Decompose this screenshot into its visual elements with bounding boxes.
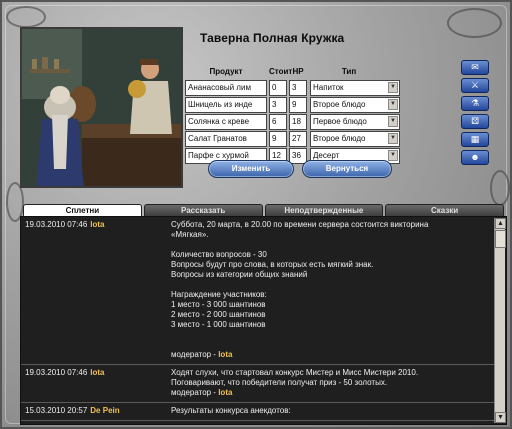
frame-ornament [490, 170, 510, 206]
header-hp: HP [292, 67, 304, 76]
moderator-prefix: модератор - [171, 350, 219, 359]
message-date: 19.03.2010 07:46 [25, 368, 88, 377]
message-line: Вопросы будут про слова, в которых есть … [171, 260, 374, 269]
product-row: Шницель из инде 3 9 Второе блюдо ▼ [185, 97, 413, 113]
moderator-name[interactable]: lota [218, 388, 232, 397]
back-button[interactable]: Вернуться [302, 160, 392, 178]
change-button[interactable]: Изменить [208, 160, 294, 178]
tab-tell[interactable]: Рассказать [143, 204, 263, 216]
product-type-select[interactable]: Напиток ▼ [310, 80, 400, 96]
product-type-select[interactable]: Первое блюдо ▼ [310, 114, 400, 130]
people-icon[interactable]: ☻ [461, 150, 489, 165]
header-type: Тип [341, 67, 357, 76]
message-line [171, 340, 491, 350]
chevron-down-icon[interactable]: ▼ [388, 99, 398, 110]
message-line: Количество вопросов - 30 [171, 250, 267, 259]
moderator-prefix: модератор - [171, 388, 219, 397]
message-line: Награждение участников: [171, 290, 267, 299]
message-line: 1 место - 3 000 шантинов [171, 300, 266, 309]
chevron-down-icon[interactable]: ▼ [388, 116, 398, 127]
product-type-select[interactable]: Второе блюдо ▼ [310, 97, 400, 113]
tavern-title: Таверна Полная Кружка [200, 31, 345, 45]
product-hp-field[interactable]: 9 [289, 97, 307, 113]
header-product: Продукт [209, 67, 243, 76]
message-date: 19.03.2010 07:46 [25, 220, 88, 229]
message-line: Поговаривают, что победители получат при… [171, 378, 388, 387]
message-body: Результаты конкурса анекдотов: [171, 403, 495, 420]
scrollbar-thumb[interactable] [495, 230, 506, 248]
flask-icon[interactable]: ⚗ [461, 96, 489, 111]
chat-scrollbar[interactable]: ▲ ▼ [494, 218, 506, 423]
product-name-field[interactable]: Салат Гранатов [185, 131, 267, 147]
message-author[interactable]: lota [90, 220, 104, 229]
message-line [171, 280, 491, 290]
tab-bar: Сплетни Рассказать Неподтвержденные Сказ… [23, 204, 504, 216]
tavern-scene-image [20, 27, 183, 188]
message-line: Результаты конкурса анекдотов: [171, 406, 291, 415]
chevron-down-icon[interactable]: ▼ [388, 133, 398, 144]
chevron-down-icon[interactable]: ▼ [388, 150, 398, 161]
product-row: Солянка с креве 6 18 Первое блюдо ▼ [185, 114, 413, 130]
product-type-value: Второе блюдо [313, 100, 366, 109]
product-hp-field[interactable]: 27 [289, 131, 307, 147]
product-cost-field[interactable]: 6 [269, 114, 287, 130]
dice-icon[interactable]: ⚄ [461, 114, 489, 129]
message-meta: 19.03.2010 07:46 lota [21, 217, 171, 364]
header-cost: Стоит [269, 67, 293, 76]
product-type-value: Первое блюдо [313, 117, 367, 126]
product-hp-field[interactable]: 18 [289, 114, 307, 130]
moderator-name[interactable]: lota [218, 350, 232, 359]
message-line: «Мягкая». [171, 230, 209, 239]
product-table: Продукт Стоит HP Тип Ананасовый лим 0 3 … [185, 67, 413, 165]
tab-unconfirmed[interactable]: Неподтвержденные [264, 204, 384, 216]
message-line [171, 330, 491, 340]
message-line: 2 место - 2 000 шантинов [171, 310, 266, 319]
message-meta: 19.03.2010 07:46 lota [21, 365, 171, 402]
product-type-value: Второе блюдо [313, 134, 366, 143]
moderator-line: модератор - lota [171, 388, 491, 398]
scroll-down-icon[interactable]: ▼ [495, 412, 506, 423]
product-row: Салат Гранатов 9 27 Второе блюдо ▼ [185, 131, 413, 147]
product-row: Ананасовый лим 0 3 Напиток ▼ [185, 80, 413, 96]
frame-ornament [447, 8, 502, 38]
message-line [171, 240, 491, 250]
frame-ornament [6, 6, 46, 28]
product-type-value: Десерт [313, 151, 340, 160]
moderator-line: модератор - lota [171, 350, 491, 360]
message-author[interactable]: De Pein [90, 406, 119, 415]
message-line: Ходят слухи, что стартовал конкурс Мисте… [171, 368, 419, 377]
product-name-field[interactable]: Ананасовый лим [185, 80, 267, 96]
gossip-list: 19.03.2010 07:46 lota Суббота, 20 марта, … [20, 216, 507, 425]
message-body: Суббота, 20 марта, в 20.00 по времени се… [171, 217, 495, 364]
message-date: 15.03.2010 20:57 [25, 406, 88, 415]
message-line: 3 место - 1 000 шантинов [171, 320, 266, 329]
product-table-header: Продукт Стоит HP Тип [185, 67, 413, 80]
message-line: Суббота, 20 марта, в 20.00 по времени се… [171, 220, 429, 229]
message-author[interactable]: lota [90, 368, 104, 377]
message-body: Ходят слухи, что стартовал конкурс Мисте… [171, 365, 495, 402]
product-cost-field[interactable]: 9 [269, 131, 287, 147]
list-item: 19.03.2010 07:46 lota Суббота, 20 марта, … [21, 217, 495, 365]
swords-icon[interactable]: ⚔ [461, 78, 489, 93]
grid-icon[interactable]: ▦ [461, 132, 489, 147]
chevron-down-icon[interactable]: ▼ [388, 82, 398, 93]
tab-gossip[interactable]: Сплетни [23, 204, 142, 216]
scroll-icon[interactable]: ✉ [461, 60, 489, 75]
message-meta: 15.03.2010 20:57 De Pein [21, 403, 171, 420]
scroll-up-icon[interactable]: ▲ [495, 218, 506, 229]
list-item: 19.03.2010 07:46 lota Ходят слухи, что ст… [21, 365, 495, 403]
product-type-value: Напиток [313, 83, 344, 92]
product-cost-field[interactable]: 0 [269, 80, 287, 96]
product-type-select[interactable]: Второе блюдо ▼ [310, 131, 400, 147]
product-name-field[interactable]: Шницель из инде [185, 97, 267, 113]
list-item: 15.03.2010 20:57 De Pein Результаты конку… [21, 403, 495, 421]
message-line: Вопросы из категории общих знаний [171, 270, 308, 279]
product-cost-field[interactable]: 3 [269, 97, 287, 113]
product-hp-field[interactable]: 3 [289, 80, 307, 96]
tab-tales[interactable]: Сказки [385, 204, 504, 216]
product-name-field[interactable]: Солянка с креве [185, 114, 267, 130]
